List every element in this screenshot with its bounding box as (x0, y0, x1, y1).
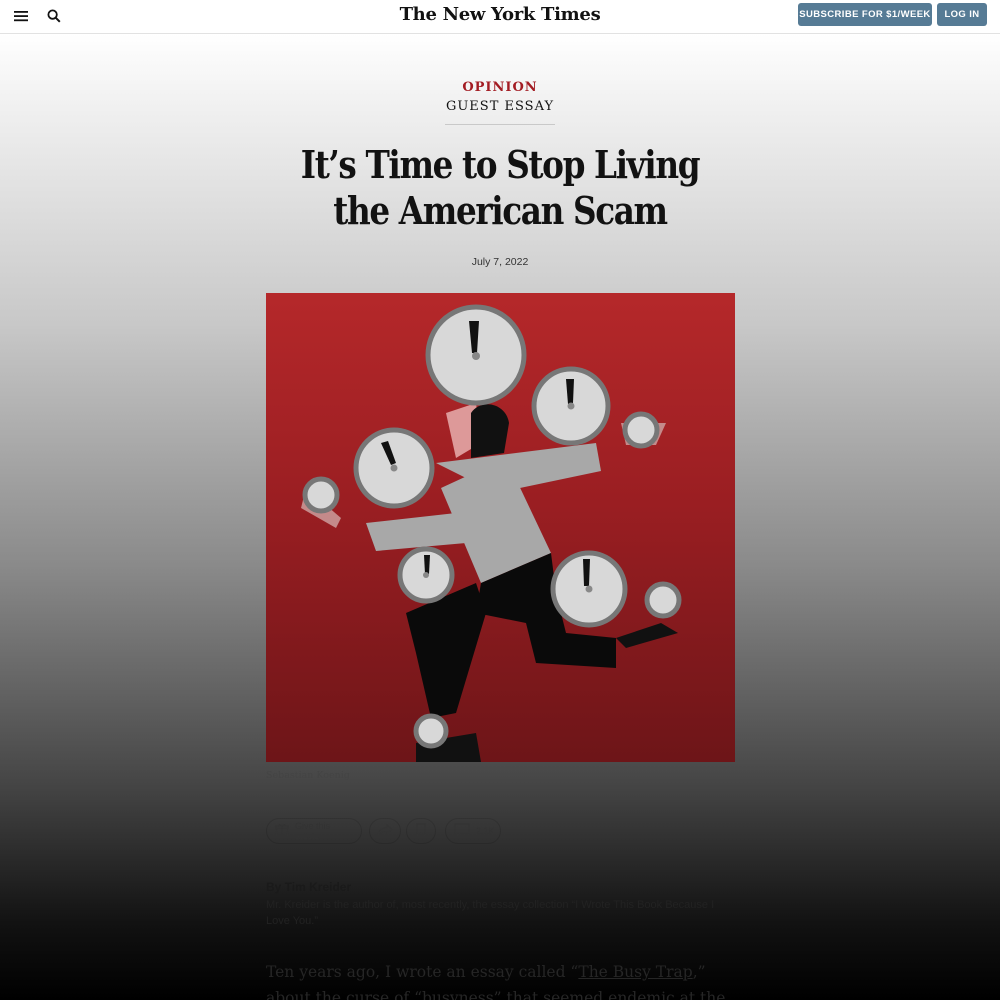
busy-trap-link[interactable]: The Busy Trap (578, 963, 692, 981)
comments-button[interactable]: 2.1K (445, 818, 501, 844)
comment-count: 2.1K (476, 826, 495, 836)
article-headline: It’s Time to Stop Living the American Sc… (300, 142, 701, 233)
section-label[interactable]: OPINION (0, 80, 1000, 95)
top-bar: The New York Times SUBSCRIBE FOR $1/WEEK… (0, 0, 1000, 34)
image-credit: Sebastian Koenig (266, 770, 350, 781)
juggling-clocks-illustration (301, 304, 682, 762)
author-bio: Mr. Kreider is the author of, most recen… (266, 899, 715, 927)
menu-icon[interactable] (9, 6, 33, 26)
gift-article-label: Give this article (295, 821, 331, 841)
article-body: Ten years ago, I wrote an essay called “… (266, 959, 736, 1000)
lead-illustration (266, 293, 735, 762)
save-button[interactable] (406, 818, 436, 844)
subscribe-button[interactable]: SUBSCRIBE FOR $1/WEEK (798, 3, 932, 26)
byline[interactable]: By Tim Kreider (266, 880, 726, 894)
gift-icon (275, 823, 289, 839)
login-button[interactable]: LOG IN (937, 3, 987, 26)
bookmark-icon (416, 823, 426, 839)
gift-article-button[interactable]: Give this article (266, 818, 362, 844)
kicker-label: GUEST ESSAY (445, 99, 555, 114)
article-date: July 7, 2022 (471, 256, 529, 268)
kicker-divider (445, 124, 555, 125)
search-icon[interactable] (42, 6, 66, 26)
body-intro: Ten years ago, I wrote an essay called “ (266, 963, 579, 981)
article-page: OPINION GUEST ESSAY It’s Time to Stop Li… (0, 34, 1000, 1000)
share-icon (377, 824, 393, 838)
share-button[interactable] (369, 818, 401, 844)
comment-icon (454, 823, 470, 839)
